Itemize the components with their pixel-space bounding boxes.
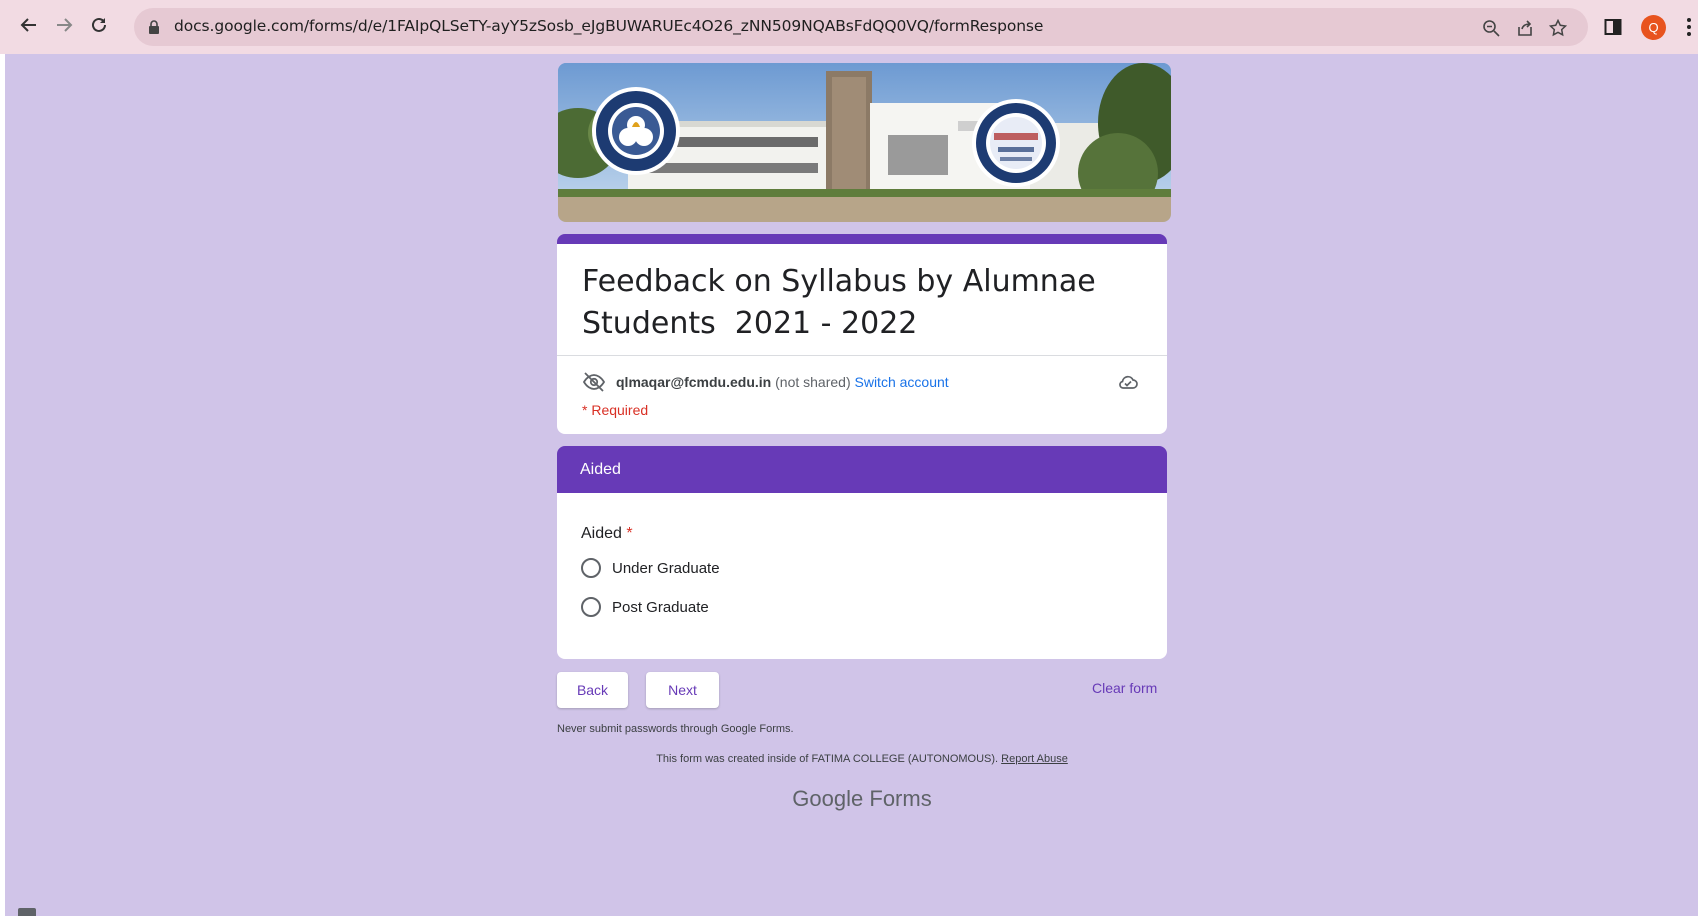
question-card: Aided * Under Graduate Post Graduate — [557, 493, 1167, 659]
form-title-card: Feedback on Syllabus by Alumnae Students… — [557, 234, 1167, 434]
report-abuse-link[interactable]: Report Abuse — [1001, 753, 1068, 765]
back-arrow-icon[interactable] — [16, 12, 42, 38]
account-info: qlmaqar@fcmdu.edu.in (not shared) Switch… — [616, 374, 949, 390]
created-text: This form was created inside of FATIMA C… — [656, 753, 999, 765]
question-text: Aided — [581, 525, 622, 542]
radio-option-under-graduate[interactable]: Under Graduate — [581, 557, 981, 581]
share-icon[interactable] — [1514, 17, 1536, 39]
question-title: Aided * — [581, 525, 633, 543]
section-title: Aided — [580, 461, 621, 478]
form-header-image — [558, 63, 1171, 222]
logo-google-text: Google — [792, 786, 864, 811]
account-row: qlmaqar@fcmdu.edu.in (not shared) Switch… — [582, 368, 1142, 396]
next-button[interactable]: Next — [646, 672, 719, 708]
account-email: qlmaqar@fcmdu.edu.in — [616, 374, 772, 390]
forward-arrow-icon[interactable] — [51, 12, 77, 38]
profile-avatar[interactable]: Q — [1641, 15, 1666, 40]
radio-label[interactable]: Post Graduate — [612, 599, 709, 616]
clear-form-button[interactable]: Clear form — [1092, 680, 1157, 696]
info-corner-icon[interactable] — [18, 908, 36, 916]
radio-label[interactable]: Under Graduate — [612, 560, 720, 577]
form-created-note: This form was created inside of FATIMA C… — [557, 753, 1167, 765]
section-header: Aided — [557, 446, 1167, 494]
divider — [557, 355, 1167, 356]
radio-button[interactable] — [581, 597, 601, 617]
lock-icon[interactable] — [148, 20, 160, 34]
url-text[interactable]: docs.google.com/forms/d/e/1FAIpQLSeTY-ay… — [174, 17, 1043, 35]
radio-button[interactable] — [581, 558, 601, 578]
more-menu-icon[interactable] — [1686, 16, 1692, 38]
bookmark-star-icon[interactable] — [1547, 17, 1569, 39]
reload-icon[interactable] — [86, 12, 112, 38]
address-bar[interactable]: docs.google.com/forms/d/e/1FAIpQLSeTY-ay… — [134, 8, 1588, 46]
not-shared-eye-icon — [582, 370, 606, 394]
required-asterisk: * — [626, 525, 633, 542]
required-note: * Required — [582, 402, 649, 418]
password-warning: Never submit passwords through Google Fo… — [557, 723, 794, 735]
browser-toolbar: docs.google.com/forms/d/e/1FAIpQLSeTY-ay… — [0, 0, 1698, 54]
side-panel-icon[interactable] — [1601, 15, 1625, 39]
form-title: Feedback on Syllabus by Alumnae Students… — [582, 264, 1096, 341]
not-shared-label: (not shared) — [775, 374, 851, 390]
switch-account-link[interactable]: Switch account — [855, 374, 949, 390]
form-page: Feedback on Syllabus by Alumnae Students… — [5, 54, 1698, 916]
google-forms-logo[interactable]: Google Forms — [557, 786, 1167, 812]
zoom-icon[interactable] — [1480, 17, 1502, 39]
radio-option-post-graduate[interactable]: Post Graduate — [581, 596, 981, 620]
logo-forms-text: Forms — [869, 786, 932, 811]
back-button[interactable]: Back — [557, 672, 628, 708]
cloud-save-icon — [1117, 371, 1139, 393]
